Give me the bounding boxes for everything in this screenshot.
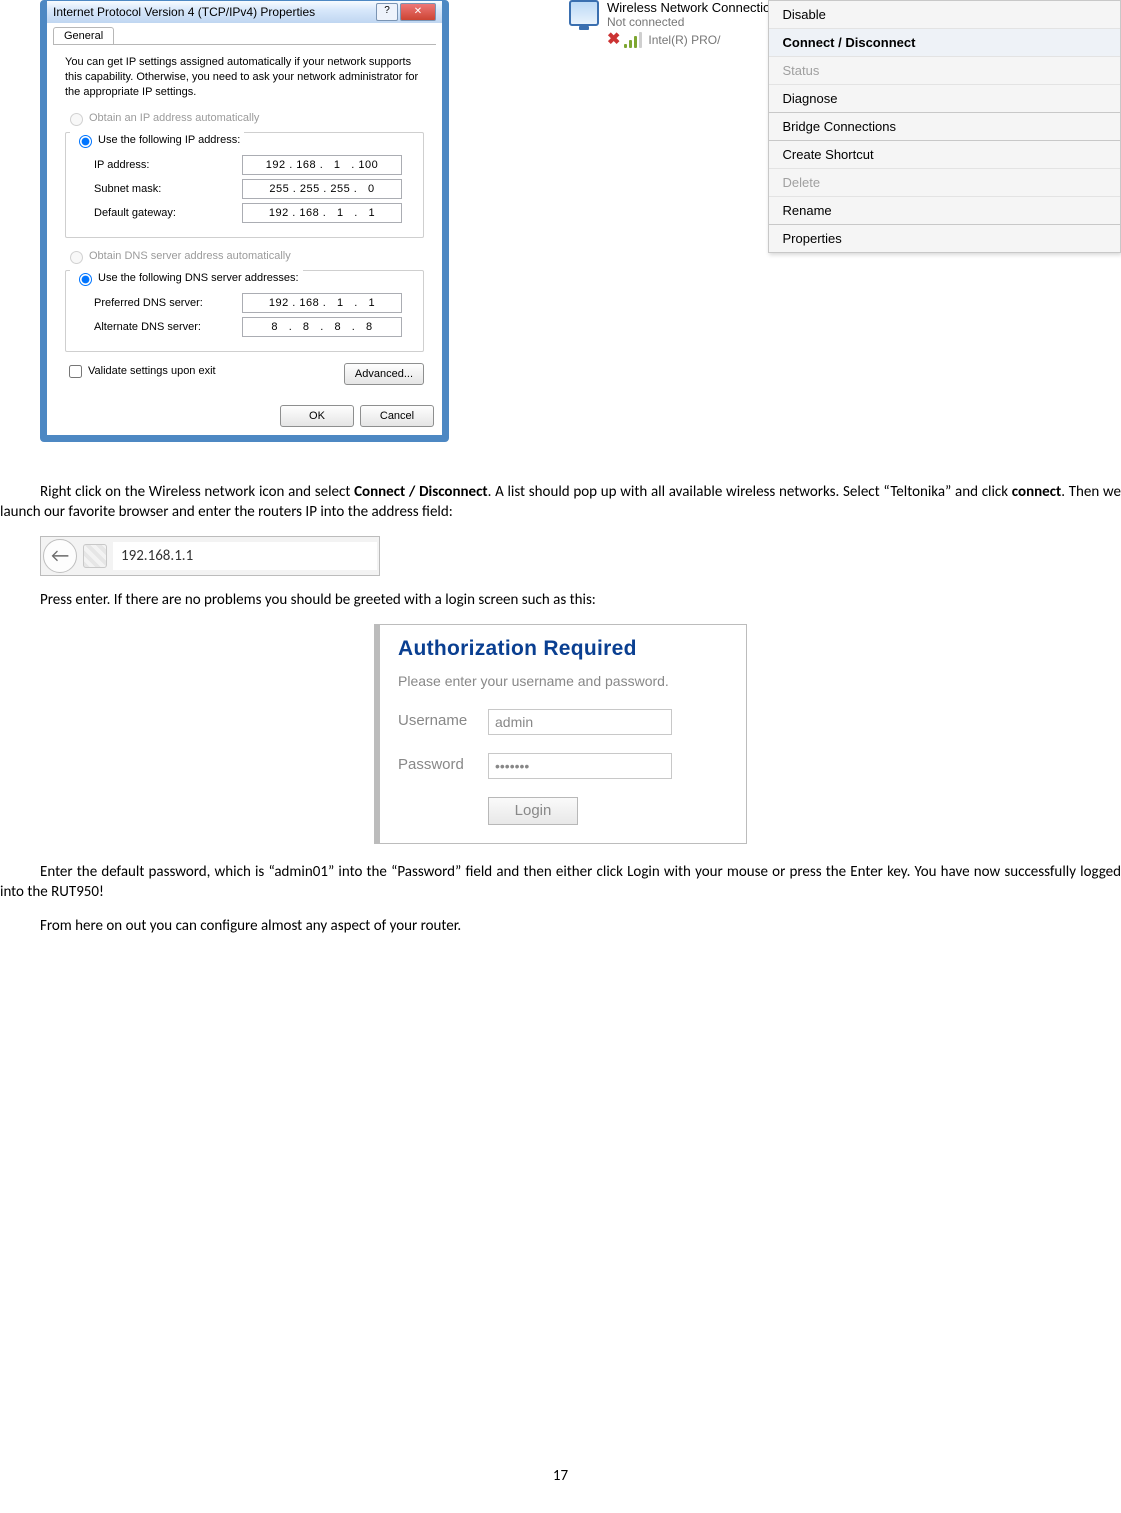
preferred-dns-input[interactable] <box>242 293 402 313</box>
password-label: Password <box>398 755 488 775</box>
page-number: 17 <box>0 1467 1121 1485</box>
intro-text: You can get IP settings assigned automat… <box>65 55 424 100</box>
menu-status: Status <box>769 56 1120 84</box>
disconnected-icon: ✖ <box>607 32 620 48</box>
menu-connect-disconnect[interactable]: Connect / Disconnect <box>769 28 1120 56</box>
validate-checkbox[interactable] <box>69 365 82 378</box>
radio-obtain-dns: Obtain DNS server address automatically <box>65 248 424 264</box>
wireless-connection-info: Wireless Network Connection Not connecte… <box>569 0 778 48</box>
alternate-dns-input[interactable] <box>242 317 402 337</box>
wireless-adapter: Intel(R) PRO/ <box>648 33 720 47</box>
radio-use-ip-input[interactable] <box>79 135 92 148</box>
alt-dns-label: Alternate DNS server: <box>94 321 242 333</box>
url-input[interactable] <box>113 542 377 570</box>
default-gateway-input[interactable] <box>242 203 402 223</box>
cancel-button[interactable]: Cancel <box>360 405 434 427</box>
menu-properties[interactable]: Properties <box>769 224 1120 252</box>
menu-create-shortcut[interactable]: Create Shortcut <box>769 140 1120 168</box>
dialog-title: Internet Protocol Version 4 (TCP/IPv4) P… <box>53 5 374 19</box>
login-panel: Authorization Required Please enter your… <box>374 624 747 843</box>
help-button[interactable]: ? <box>376 3 398 21</box>
paragraph-4: From here on out you can configure almos… <box>0 916 1121 936</box>
menu-delete: Delete <box>769 168 1120 196</box>
globe-icon <box>83 544 107 568</box>
context-menu: Disable Connect / Disconnect Status Diag… <box>768 0 1121 253</box>
gateway-label: Default gateway: <box>94 207 242 219</box>
browser-address-bar: ← <box>40 536 380 576</box>
menu-bridge[interactable]: Bridge Connections <box>769 112 1120 140</box>
radio-use-dns-input[interactable] <box>79 273 92 286</box>
radio-obtain-dns-input <box>70 251 83 264</box>
menu-rename[interactable]: Rename <box>769 196 1120 224</box>
close-button[interactable]: ✕ <box>400 3 436 21</box>
wireless-status: Not connected <box>607 15 778 29</box>
signal-icon <box>624 32 644 48</box>
subnet-mask-input[interactable] <box>242 179 402 199</box>
username-label: Username <box>398 711 488 731</box>
radio-obtain-ip[interactable]: Obtain an IP address automatically <box>65 110 424 126</box>
subnet-label: Subnet mask: <box>94 183 242 195</box>
pref-dns-label: Preferred DNS server: <box>94 297 242 309</box>
ok-button[interactable]: OK <box>280 405 354 427</box>
menu-diagnose[interactable]: Diagnose <box>769 84 1120 112</box>
ip-label: IP address: <box>94 159 242 171</box>
paragraph-1: Right click on the Wireless network icon… <box>0 482 1121 523</box>
login-title: Authorization Required <box>398 635 728 663</box>
titlebar[interactable]: Internet Protocol Version 4 (TCP/IPv4) P… <box>47 1 442 23</box>
radio-obtain-ip-input[interactable] <box>70 113 83 126</box>
login-button[interactable]: Login <box>488 797 578 825</box>
wireless-title: Wireless Network Connection <box>607 0 778 15</box>
dns-fieldset: Use the following DNS server addresses: … <box>65 270 424 352</box>
radio-use-ip[interactable]: Use the following IP address: <box>70 132 244 148</box>
monitor-icon <box>569 0 599 26</box>
paragraph-3: Enter the default password, which is “ad… <box>0 862 1121 903</box>
tab-general[interactable]: General <box>53 27 114 44</box>
menu-disable[interactable]: Disable <box>769 1 1120 28</box>
tab-strip: General <box>47 23 442 44</box>
password-input[interactable] <box>488 753 672 779</box>
username-input[interactable] <box>488 709 672 735</box>
tcpip-dialog: Internet Protocol Version 4 (TCP/IPv4) P… <box>40 0 449 442</box>
ip-address-input[interactable] <box>242 155 402 175</box>
back-button[interactable]: ← <box>43 539 77 573</box>
radio-use-dns[interactable]: Use the following DNS server addresses: <box>70 270 303 286</box>
login-subtitle: Please enter your username and password. <box>398 672 728 691</box>
advanced-button[interactable]: Advanced... <box>344 363 424 385</box>
ip-fieldset: Use the following IP address: IP address… <box>65 132 424 238</box>
paragraph-2: Press enter. If there are no problems yo… <box>0 590 1121 610</box>
